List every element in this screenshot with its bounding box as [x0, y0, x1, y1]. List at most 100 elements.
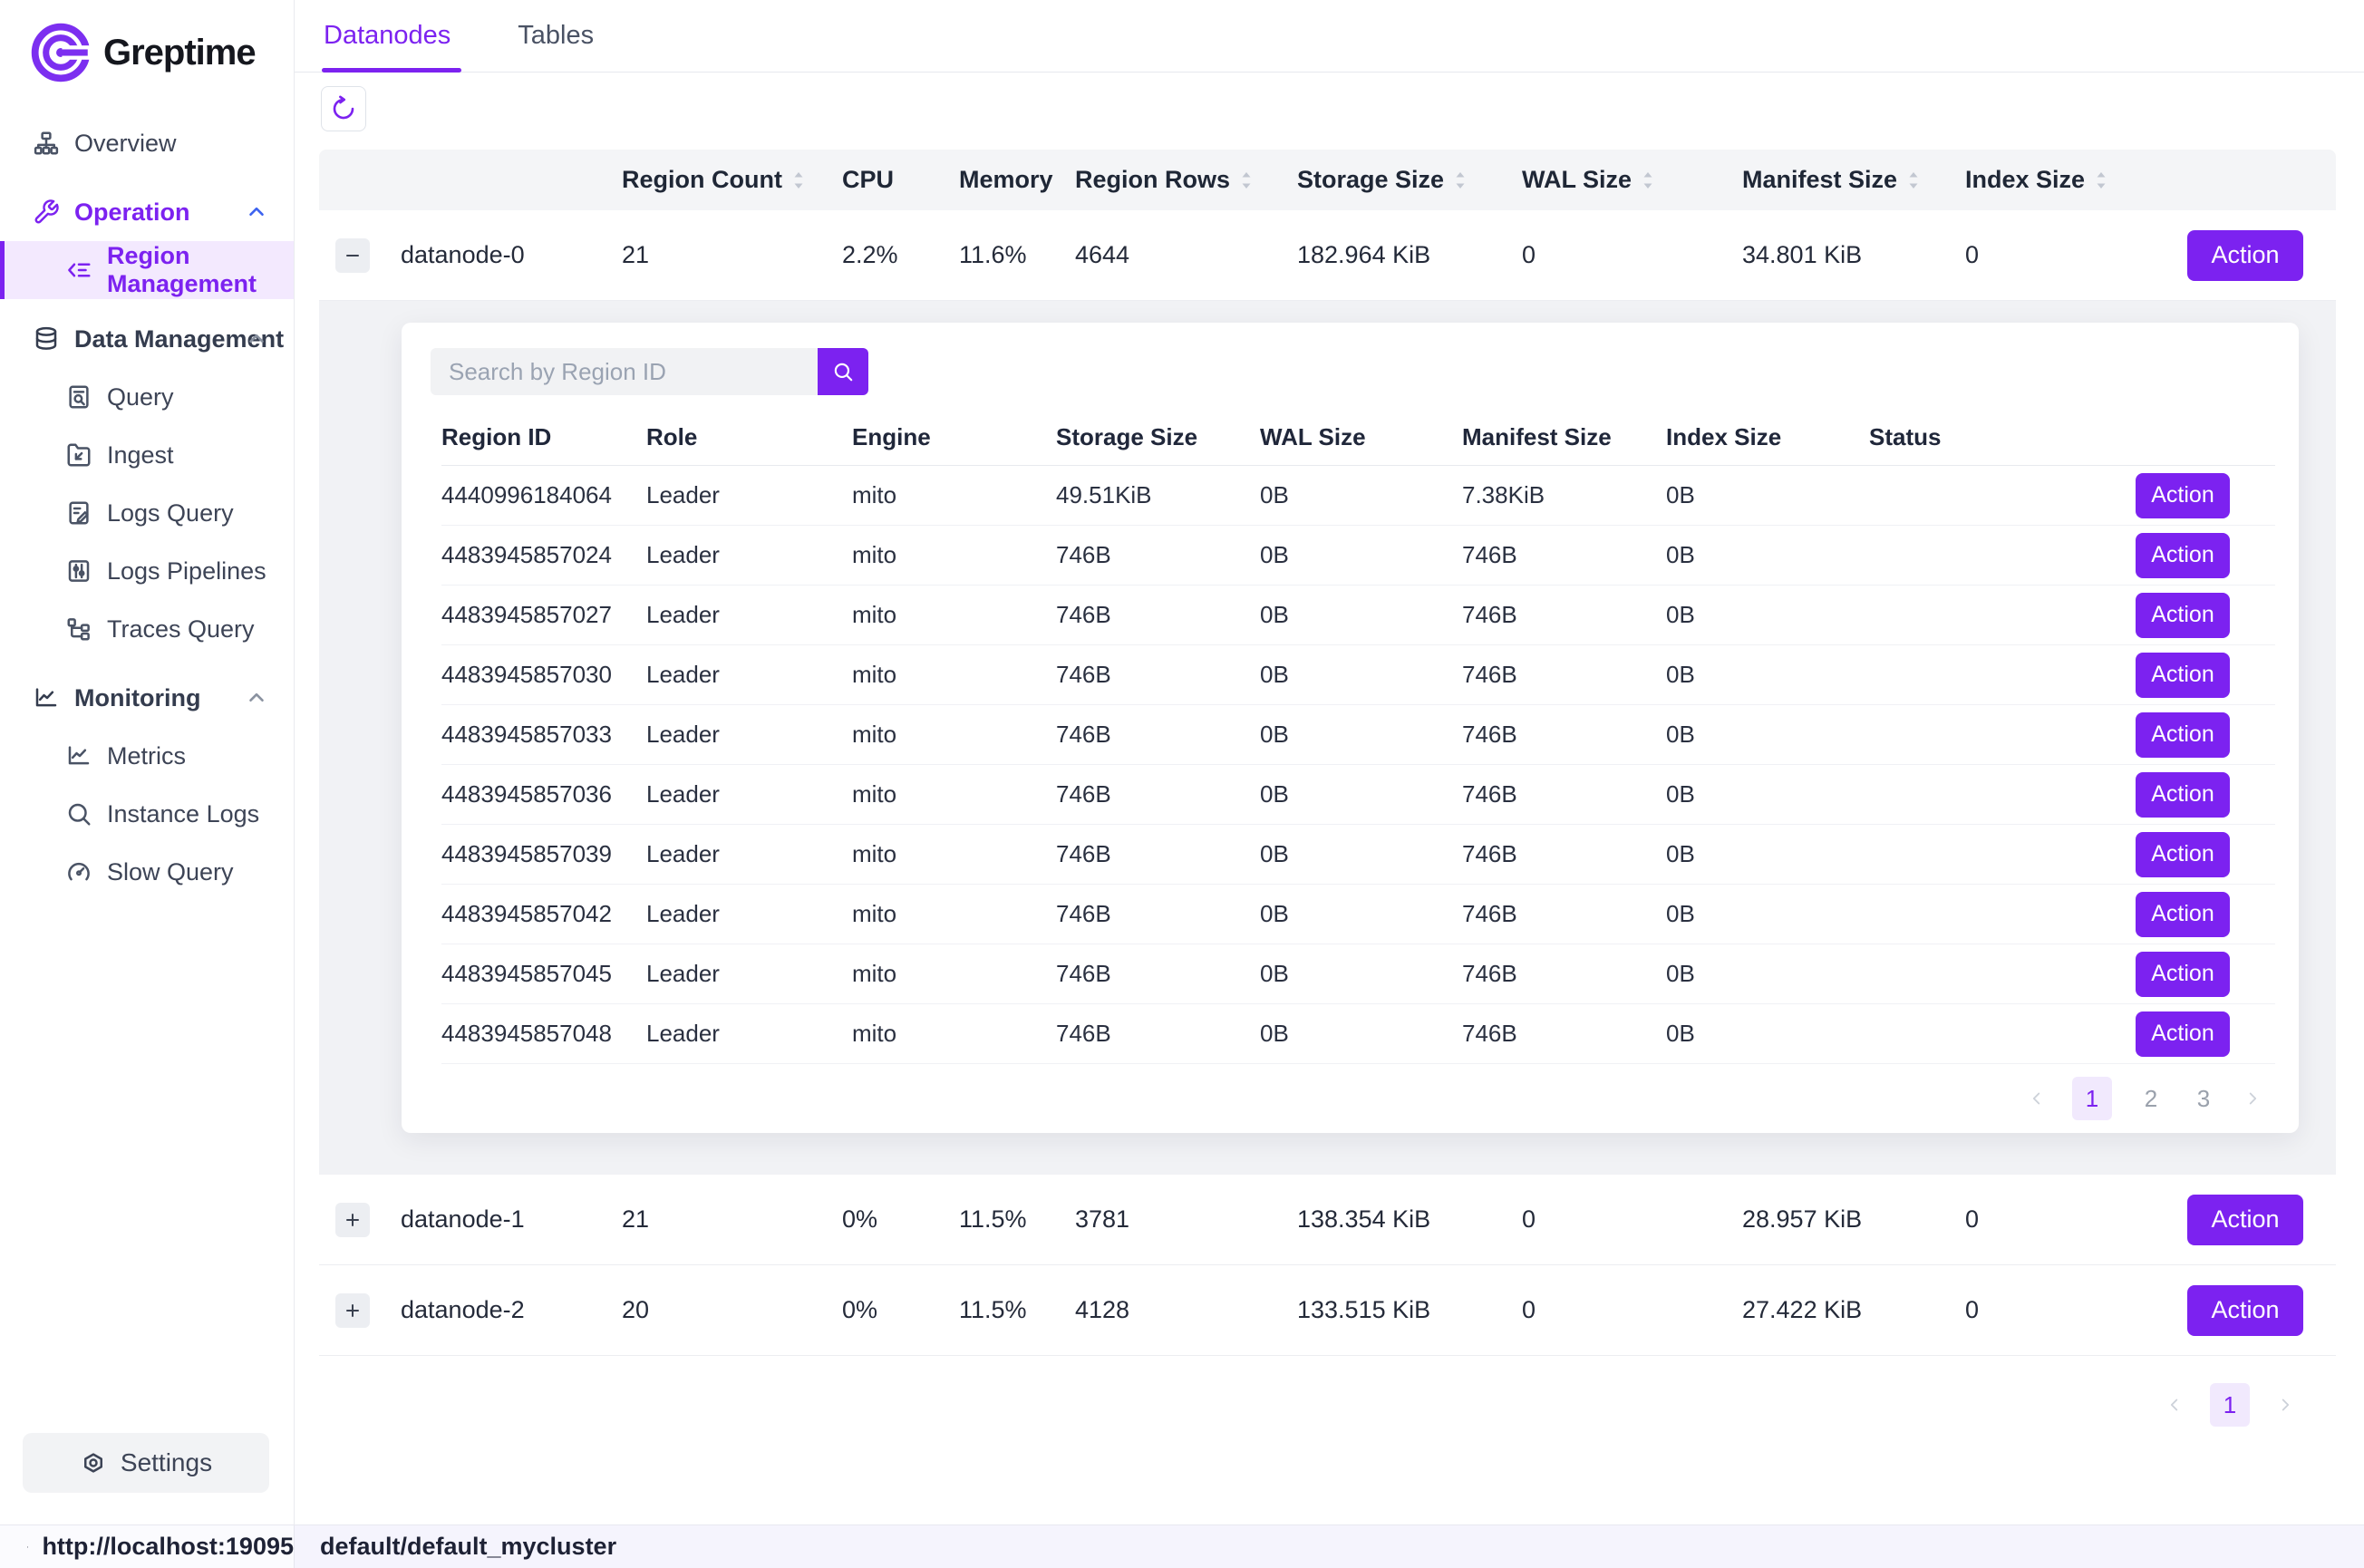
tab-tables[interactable]: Tables — [516, 0, 596, 72]
region-action-button[interactable]: Action — [2136, 952, 2230, 997]
sidebar-item-overview[interactable]: Overview — [0, 114, 294, 172]
action-button[interactable]: Action — [2187, 230, 2303, 281]
cell-manifest: 746B — [1462, 1020, 1666, 1048]
sort-icon[interactable] — [2094, 169, 2108, 191]
cell-cpu: 2.2% — [842, 241, 959, 269]
pagination-next-icon[interactable] — [2275, 1395, 2295, 1415]
cell-role: Leader — [646, 840, 852, 868]
chevron-up-icon — [245, 200, 268, 224]
column-header-wal-size: WAL Size — [1522, 166, 1632, 194]
pagination-page-3[interactable]: 3 — [2190, 1085, 2217, 1113]
toolbar — [295, 73, 2364, 150]
sidebar-item-label: Monitoring — [74, 684, 200, 712]
region-search-input[interactable] — [431, 348, 818, 395]
cell-region-id: 4483945857024 — [441, 541, 646, 569]
sidebar-group-monitoring[interactable]: Monitoring — [0, 669, 294, 727]
collapse-row-button[interactable] — [335, 238, 370, 273]
column-header-cpu: CPU — [842, 166, 894, 194]
sort-icon[interactable] — [1906, 169, 1921, 191]
region-action-button[interactable]: Action — [2136, 772, 2230, 818]
wrench-icon — [33, 198, 60, 226]
cell-wal: 0B — [1260, 481, 1462, 509]
cell-region-id: 4483945857045 — [441, 960, 646, 988]
sidebar-item-traces-query[interactable]: Traces Query — [0, 600, 294, 658]
column-header-index-size: Index Size — [1666, 423, 1869, 451]
refresh-button[interactable] — [321, 86, 366, 131]
gauge-icon — [65, 858, 92, 886]
regions-card: Region ID Role Engine Storage Size WAL S… — [402, 323, 2299, 1133]
cell-memory: 11.6% — [959, 241, 1075, 269]
cell-wal: 0B — [1260, 541, 1462, 569]
cell-manifest-size: 28.957 KiB — [1742, 1205, 1965, 1234]
pagination-next-icon[interactable] — [2243, 1089, 2262, 1108]
region-row: 4483945857048 Leader mito 746B 0B 746B 0… — [441, 1004, 2275, 1064]
cell-wal: 0B — [1260, 780, 1462, 808]
pagination-prev-icon[interactable] — [2165, 1395, 2185, 1415]
statusbar-cluster-label: default/default_mycluster — [320, 1533, 616, 1561]
region-action-button[interactable]: Action — [2136, 1011, 2230, 1057]
region-action-button[interactable]: Action — [2136, 832, 2230, 877]
sidebar-group-operation[interactable]: Operation — [0, 183, 294, 241]
tab-bar: Datanodes Tables — [295, 0, 2364, 73]
column-header-role: Role — [646, 423, 852, 451]
settings-button[interactable]: Settings — [23, 1433, 269, 1493]
sort-icon[interactable] — [791, 169, 806, 191]
region-search-button[interactable] — [818, 348, 868, 395]
sort-icon[interactable] — [1239, 169, 1254, 191]
cell-role: Leader — [646, 1020, 852, 1048]
cell-index-size: 0 — [1965, 1296, 2187, 1324]
cell-engine: mito — [852, 840, 1056, 868]
cell-engine: mito — [852, 900, 1056, 928]
cell-index: 0B — [1666, 960, 1869, 988]
expand-row-button[interactable] — [335, 1293, 370, 1328]
pagination-page-1[interactable]: 1 — [2210, 1383, 2250, 1427]
region-action-button[interactable]: Action — [2136, 653, 2230, 698]
cell-region-id: 4483945857048 — [441, 1020, 646, 1048]
chart-line-icon — [65, 742, 92, 769]
cell-manifest: 746B — [1462, 601, 1666, 629]
column-header-region-id: Region ID — [441, 423, 646, 451]
sidebar-item-region-management[interactable]: Region Management — [0, 241, 294, 299]
sidebar-item-ingest[interactable]: Ingest — [0, 426, 294, 484]
document-pen-icon — [65, 499, 92, 527]
plus-icon — [344, 1211, 362, 1229]
sort-icon[interactable] — [1453, 169, 1468, 191]
statusbar-cluster[interactable]: default/default_mycluster — [295, 1525, 2364, 1568]
action-button[interactable]: Action — [2187, 1195, 2303, 1245]
cell-wal-size: 0 — [1522, 1296, 1742, 1324]
folder-import-icon — [65, 441, 92, 469]
app-window: Greptime Overview Operation Region Manag… — [0, 0, 2364, 1524]
sidebar-item-slow-query[interactable]: Slow Query — [0, 843, 294, 901]
region-row: 4483945857033 Leader mito 746B 0B 746B 0… — [441, 705, 2275, 765]
action-button[interactable]: Action — [2187, 1285, 2303, 1336]
sort-icon[interactable] — [1641, 169, 1655, 191]
cell-storage-size: 138.354 KiB — [1297, 1205, 1522, 1234]
sidebar-item-label: Metrics — [107, 742, 186, 770]
sidebar-item-metrics[interactable]: Metrics — [0, 727, 294, 785]
expand-row-button[interactable] — [335, 1203, 370, 1237]
sidebar-item-logs-pipelines[interactable]: Logs Pipelines — [0, 542, 294, 600]
column-header-status: Status — [1869, 423, 2068, 451]
sliders-icon — [65, 557, 92, 585]
pagination-prev-icon[interactable] — [2027, 1089, 2047, 1108]
region-action-button[interactable]: Action — [2136, 473, 2230, 518]
sidebar-group-data-management[interactable]: Data Management — [0, 310, 294, 368]
sidebar-item-query[interactable]: Query — [0, 368, 294, 426]
pagination-page-2[interactable]: 2 — [2137, 1085, 2165, 1113]
region-action-button[interactable]: Action — [2136, 593, 2230, 638]
region-action-button[interactable]: Action — [2136, 533, 2230, 578]
region-action-button[interactable]: Action — [2136, 892, 2230, 937]
pagination-page-1[interactable]: 1 — [2072, 1077, 2112, 1120]
cell-index: 0B — [1666, 840, 1869, 868]
column-header-region-count: Region Count — [622, 166, 782, 194]
region-action-button[interactable]: Action — [2136, 712, 2230, 758]
cell-role: Leader — [646, 541, 852, 569]
statusbar-host[interactable]: http://localhost:19095 — [0, 1525, 295, 1568]
cell-wal-size: 0 — [1522, 1205, 1742, 1234]
cell-index-size: 0 — [1965, 241, 2187, 269]
tab-datanodes[interactable]: Datanodes — [322, 0, 452, 72]
datanodes-table-header: Region Count CPU Memory Region Rows Stor… — [319, 150, 2336, 210]
sidebar-item-logs-query[interactable]: Logs Query — [0, 484, 294, 542]
sidebar-item-instance-logs[interactable]: Instance Logs — [0, 785, 294, 843]
plus-icon — [344, 1302, 362, 1320]
